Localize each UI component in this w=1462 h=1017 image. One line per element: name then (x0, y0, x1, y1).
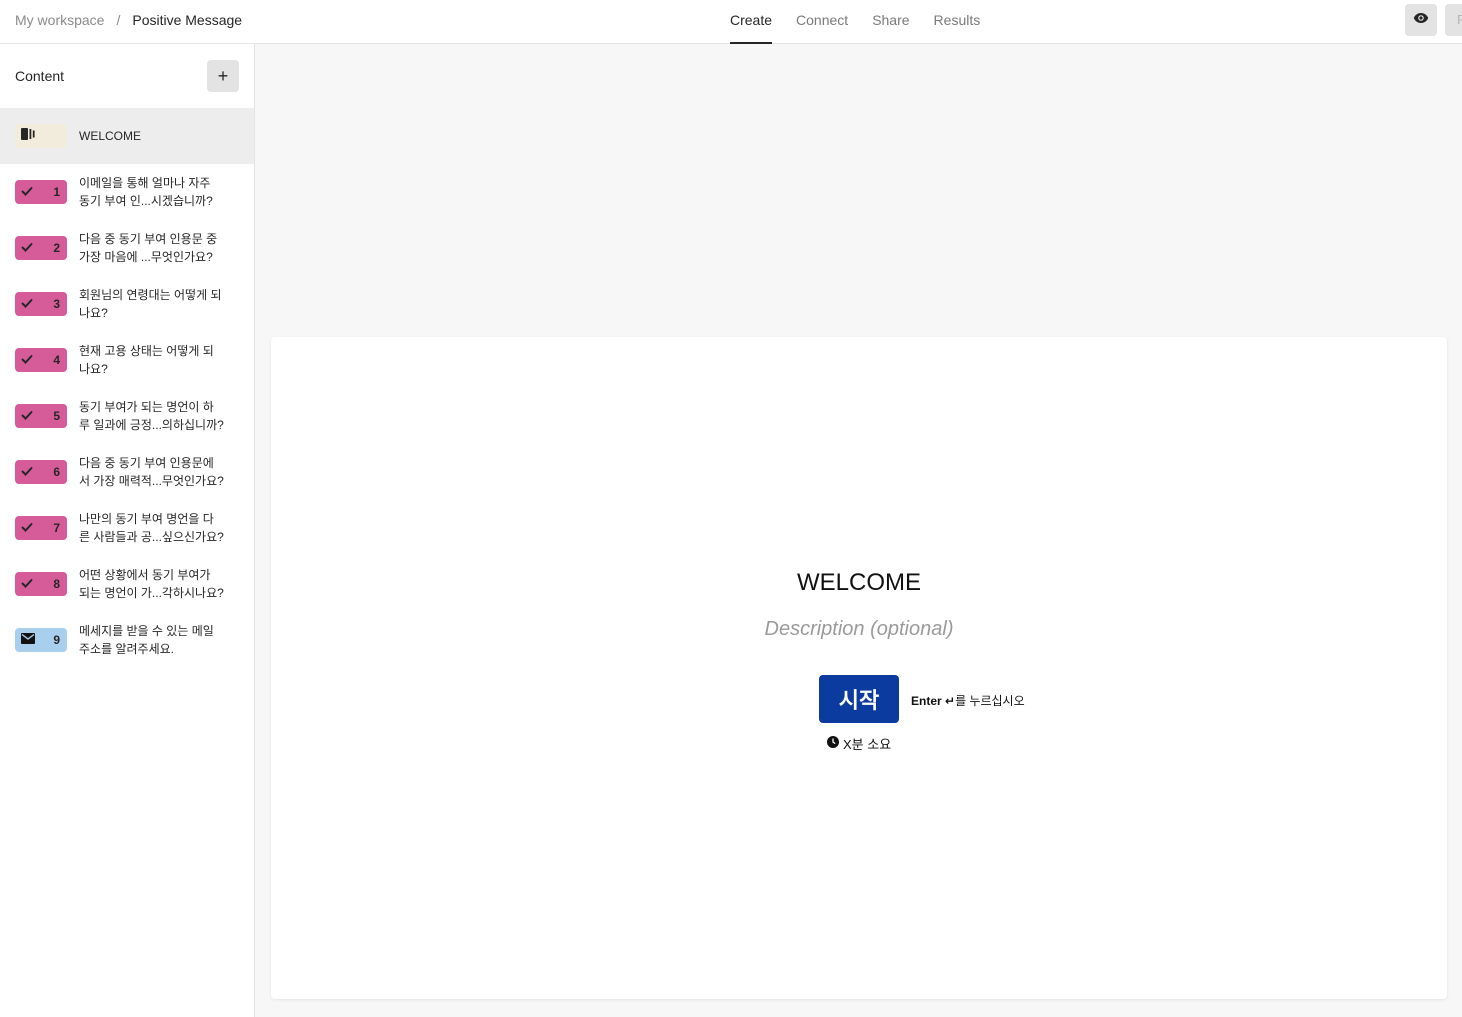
question-type-badge: 4 (15, 348, 67, 372)
form-title[interactable]: Positive Message (132, 12, 242, 28)
sidebar-item-label: 다음 중 동기 부여 인용문 중 가장 마음에 ...무엇인가요? (79, 232, 218, 264)
question-type-badge: 7 (15, 516, 67, 540)
question-number: 1 (53, 185, 60, 199)
welcome-title[interactable]: WELCOME (271, 569, 1447, 597)
sidebar-header: Content + (0, 44, 254, 108)
start-button[interactable]: 시작 (819, 675, 899, 723)
sidebar-item-label: 현재 고용 상태는 어떻게 되나요? (79, 344, 214, 376)
time-label: X분 소요 (843, 737, 892, 752)
check-icon (21, 519, 33, 537)
welcome-screen-icon (21, 127, 35, 145)
enter-key-suffix: 를 누르십시오 (955, 694, 1025, 708)
question-number: 6 (53, 465, 60, 479)
sidebar-item-question-3[interactable]: 3 회원님의 연령대는 어떻게 되나요? (0, 276, 254, 332)
welcome-badge (15, 124, 67, 148)
sidebar-item-label: 다음 중 동기 부여 인용문에서 가장 매력적...무엇인가요? (79, 456, 224, 488)
sidebar-item-label: WELCOME (79, 129, 142, 143)
enter-key-label: Enter ↵ (911, 694, 956, 708)
check-icon (21, 407, 33, 425)
question-type-badge: 9 (15, 628, 67, 652)
top-bar: My workspace / Positive Message Create C… (0, 0, 1462, 44)
sidebar-item-label: 메세지를 받을 수 있는 메일 주소를 알려주세요. (79, 624, 214, 656)
add-question-button[interactable]: + (207, 60, 239, 92)
question-number: 8 (53, 577, 60, 591)
sidebar-item-question-9[interactable]: 9 메세지를 받을 수 있는 메일 주소를 알려주세요. (0, 612, 254, 668)
tab-results[interactable]: Results (934, 0, 981, 44)
question-type-badge: 5 (15, 404, 67, 428)
sidebar-item-label: 이메일을 통해 얼마나 자주 동기 부여 인...시겠습니까? (79, 176, 213, 208)
question-number: 2 (53, 241, 60, 255)
welcome-description-field[interactable]: Description (optional) (271, 618, 1447, 641)
content-sidebar: Content + WELCOME 1 이메일을 통해 얼마나 자주 동기 부여… (0, 44, 255, 1017)
check-icon (21, 351, 33, 369)
sidebar-item-label: 회원님의 연령대는 어떻게 되나요? (79, 288, 222, 320)
question-type-badge: 2 (15, 236, 67, 260)
question-type-badge: 3 (15, 292, 67, 316)
tab-connect[interactable]: Connect (796, 0, 848, 44)
tab-create[interactable]: Create (730, 0, 773, 44)
publish-button[interactable]: P (1445, 4, 1462, 36)
sidebar-item-question-1[interactable]: 1 이메일을 통해 얼마나 자주 동기 부여 인...시겠습니까? (0, 164, 254, 220)
breadcrumb: My workspace / Positive Message (15, 12, 242, 28)
check-icon (21, 295, 33, 313)
time-to-complete: X분 소요 (827, 734, 891, 753)
check-icon (21, 239, 33, 257)
check-icon (21, 463, 33, 481)
sidebar-item-question-4[interactable]: 4 현재 고용 상태는 어떻게 되나요? (0, 332, 254, 388)
sidebar-item-label: 어떤 상황에서 동기 부여가 되는 명언이 가...각하시나요? (79, 568, 224, 600)
tab-share[interactable]: Share (872, 0, 909, 44)
question-number: 7 (53, 521, 60, 535)
sidebar-item-question-8[interactable]: 8 어떤 상황에서 동기 부여가 되는 명언이 가...각하시나요? (0, 556, 254, 612)
sidebar-title: Content (15, 68, 65, 84)
sidebar-item-welcome[interactable]: WELCOME (0, 108, 254, 164)
breadcrumb-workspace-link[interactable]: My workspace (15, 12, 104, 28)
check-icon (21, 183, 33, 201)
question-number: 4 (53, 353, 60, 367)
envelope-icon (21, 631, 35, 649)
preview-button[interactable] (1405, 4, 1437, 36)
sidebar-item-question-5[interactable]: 5 동기 부여가 되는 명언이 하루 일과에 긍정...의하십니까? (0, 388, 254, 444)
sidebar-item-label: 동기 부여가 되는 명언이 하루 일과에 긍정...의하십니까? (79, 400, 224, 432)
welcome-screen-preview: WELCOME Description (optional) 시작 Enter … (271, 337, 1447, 999)
sidebar-item-question-6[interactable]: 6 다음 중 동기 부여 인용문에서 가장 매력적...무엇인가요? (0, 444, 254, 500)
eye-icon (1413, 11, 1429, 29)
question-number: 9 (53, 633, 60, 647)
clock-icon (827, 736, 843, 751)
enter-key-hint: Enter ↵를 누르십시오 (911, 692, 1025, 709)
sidebar-item-question-2[interactable]: 2 다음 중 동기 부여 인용문 중 가장 마음에 ...무엇인가요? (0, 220, 254, 276)
question-type-badge: 1 (15, 180, 67, 204)
breadcrumb-separator: / (116, 12, 121, 28)
question-type-badge: 8 (15, 572, 67, 596)
question-number: 5 (53, 409, 60, 423)
main-tabs: Create Connect Share Results (730, 0, 1004, 44)
question-number: 3 (53, 297, 60, 311)
sidebar-item-question-7[interactable]: 7 나만의 동기 부여 명언을 다른 사람들과 공...싶으신가요? (0, 500, 254, 556)
check-icon (21, 575, 33, 593)
question-type-badge: 6 (15, 460, 67, 484)
sidebar-item-label: 나만의 동기 부여 명언을 다른 사람들과 공...싶으신가요? (79, 512, 224, 544)
